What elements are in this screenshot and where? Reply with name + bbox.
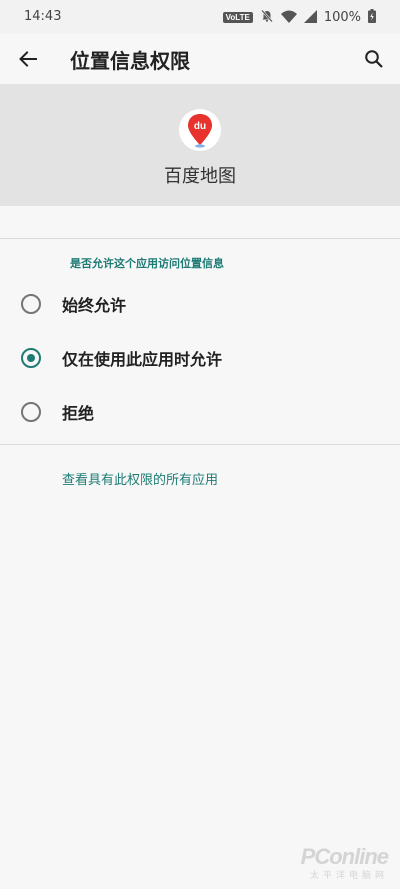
watermark: PConline 太平洋电脑网: [300, 844, 389, 881]
baidu-maps-logo: du: [178, 108, 222, 152]
view-all-apps-link[interactable]: 查看具有此权限的所有应用: [62, 469, 218, 488]
wifi-icon: [280, 8, 297, 27]
battery-percent: 100%: [323, 10, 361, 25]
search-button[interactable]: [358, 43, 390, 75]
page-title: 位置信息权限: [70, 49, 190, 73]
battery-charging-icon: [368, 8, 376, 27]
option-label: 始终允许: [62, 296, 127, 315]
logo-text: du: [194, 121, 206, 132]
watermark-subtext: 太平洋电脑网: [309, 870, 388, 880]
app-bar: 位置信息权限: [0, 34, 400, 84]
divider: [0, 444, 400, 445]
radio-allow-while-using[interactable]: [21, 348, 41, 368]
watermark-logo-text: PConline: [300, 844, 389, 869]
volte-badge: VoLTE: [222, 12, 253, 23]
status-time: 14:43: [24, 9, 62, 24]
search-icon: [365, 50, 383, 68]
radio-always-allow[interactable]: [21, 294, 41, 314]
radio-selected-dot: [27, 354, 35, 362]
option-allow-while-using[interactable]: 仅在使用此应用时允许: [0, 331, 400, 385]
permission-question: 是否允许这个应用访问位置信息: [70, 257, 224, 270]
signal-icon: [303, 8, 317, 27]
option-deny[interactable]: 拒绝: [0, 385, 400, 439]
status-bar: 14:43 VoLTE 100%: [0, 0, 400, 34]
status-icons: VoLTE 100%: [222, 8, 376, 27]
option-label: 拒绝: [62, 404, 95, 423]
option-always-allow[interactable]: 始终允许: [0, 277, 400, 331]
arrow-back-icon: [19, 51, 37, 67]
option-label: 仅在使用此应用时允许: [62, 350, 223, 369]
app-name: 百度地图: [164, 166, 236, 187]
app-header: du 百度地图: [0, 84, 400, 206]
divider: [0, 238, 400, 239]
mute-bell-icon: [260, 8, 274, 27]
radio-deny[interactable]: [21, 402, 41, 422]
back-button[interactable]: [12, 43, 44, 75]
